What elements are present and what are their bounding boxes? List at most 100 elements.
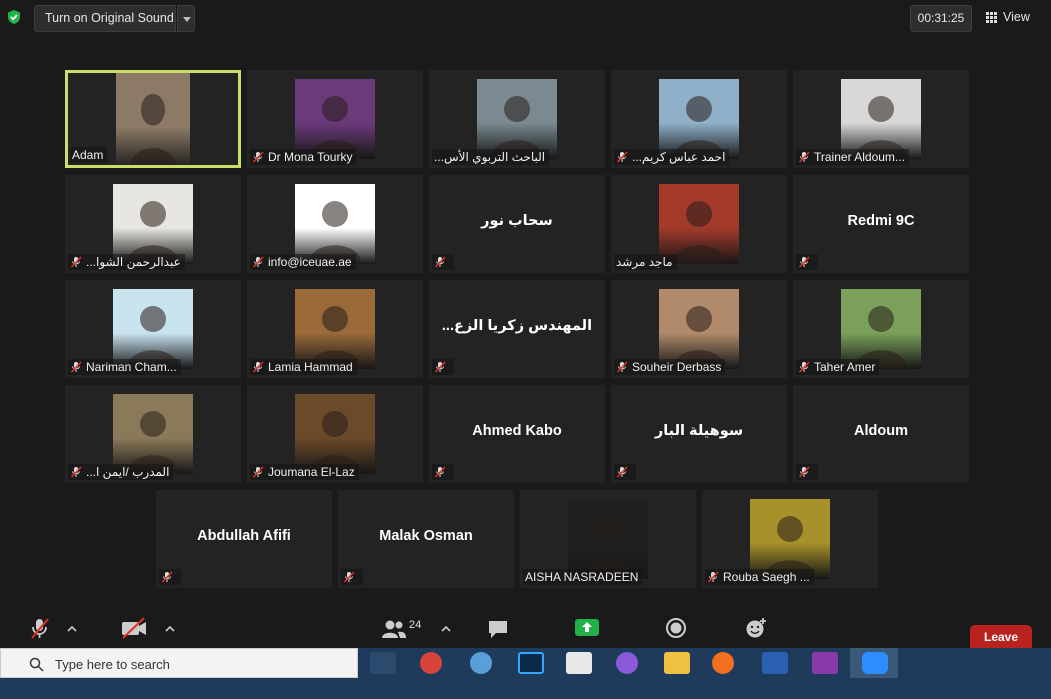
participant-display-name: سوهيلة البار (654, 423, 744, 439)
participant-tile[interactable]: ...المهندس زكريا الزع (429, 280, 605, 378)
participant-name: AISHA NASRADEEN (525, 570, 639, 584)
participant-display-name: ...المهندس زكريا الزع (441, 318, 593, 334)
app-icon-purple[interactable] (812, 652, 838, 674)
participants-options-chevron-icon[interactable] (441, 625, 451, 633)
leave-button[interactable]: Leave (970, 625, 1032, 649)
participant-name-label: ...الباحث التربوي الأس (432, 149, 550, 165)
participant-name: ...عبدالرحمن الشوا (86, 255, 181, 269)
participant-tile[interactable]: Malak Osman (338, 490, 514, 588)
participant-tile[interactable]: ...المدرب /ايمن ا (65, 385, 241, 483)
meeting-toolbar: 24 Leave (0, 608, 1051, 649)
mic-muted-icon (343, 571, 355, 583)
participant-tile[interactable]: Souheir Derbass (611, 280, 787, 378)
photoshop-icon[interactable] (518, 652, 544, 674)
mic-muted-icon (252, 361, 264, 373)
participant-photo (116, 73, 190, 165)
participant-name-label: ماجد مرشد (614, 254, 677, 270)
participant-photo (295, 79, 375, 159)
firefox-icon[interactable] (712, 652, 734, 674)
original-sound-button[interactable]: Turn on Original Sound (34, 5, 176, 32)
participant-display-name: Redmi 9C (847, 213, 915, 229)
chrome-icon[interactable] (420, 652, 442, 674)
person-silhouette-icon (491, 96, 543, 159)
participant-tile[interactable]: ...الباحث التربوي الأس (429, 70, 605, 168)
participant-name-label: Lamia Hammad (250, 359, 357, 375)
participant-tile[interactable]: Abdullah Afifi (156, 490, 332, 588)
mic-muted-icon (252, 256, 264, 268)
mic-muted-icon (252, 151, 264, 163)
person-silhouette-icon (855, 96, 907, 159)
participant-photo (659, 184, 739, 264)
person-silhouette-icon (127, 306, 179, 369)
participant-photo (113, 184, 193, 264)
participant-name-label: ...المدرب /ايمن ا (68, 464, 174, 480)
participant-tile[interactable]: Redmi 9C (793, 175, 969, 273)
zoom-icon[interactable] (862, 652, 888, 674)
mail-icon[interactable] (566, 652, 592, 674)
participant-name-label: Nariman Cham... (68, 359, 181, 375)
participant-name-label: Joumana El-Laz (250, 464, 359, 480)
participant-name-label: Trainer Aldoum... (796, 149, 909, 165)
view-label: View (1003, 10, 1030, 24)
view-button[interactable]: View (978, 5, 1038, 32)
participant-tile[interactable]: Dr Mona Tourky (247, 70, 423, 168)
person-silhouette-icon (582, 516, 634, 579)
person-silhouette-icon (764, 516, 816, 579)
record-icon[interactable] (665, 617, 687, 639)
mic-muted-icon (616, 151, 628, 163)
participant-tile[interactable]: Trainer Aldoum... (793, 70, 969, 168)
meeting-timer: 00:31:25 (910, 5, 972, 32)
mic-muted-icon[interactable] (28, 616, 52, 640)
participant-tile[interactable]: Joumana El-Laz (247, 385, 423, 483)
task-view-icon[interactable] (370, 652, 396, 674)
participant-tile[interactable]: Taher Amer (793, 280, 969, 378)
participant-display-name: Aldoum (854, 423, 908, 439)
participant-name-label: Dr Mona Tourky (250, 149, 357, 165)
file-explorer-icon[interactable] (664, 652, 690, 674)
share-screen-icon[interactable] (574, 618, 600, 638)
participants-icon[interactable] (381, 619, 407, 639)
app-icon[interactable] (616, 652, 638, 674)
taskbar-search-input[interactable]: Type here to search (0, 648, 358, 678)
mic-muted-icon (798, 151, 810, 163)
person-silhouette-icon (129, 93, 177, 165)
participant-photo (295, 289, 375, 369)
participant-photo (477, 79, 557, 159)
audio-options-chevron-icon[interactable] (67, 625, 77, 633)
shield-check-icon[interactable] (6, 9, 22, 25)
participant-tile[interactable]: Lamia Hammad (247, 280, 423, 378)
video-options-chevron-icon[interactable] (165, 625, 175, 633)
participant-tile[interactable]: ...احمد عباس كريم (611, 70, 787, 168)
participant-tile[interactable]: Adam (65, 70, 241, 168)
participant-tile[interactable]: سوهيلة البار (611, 385, 787, 483)
participant-name: Trainer Aldoum... (814, 150, 905, 164)
participant-name-label (796, 254, 818, 270)
participant-name-label (432, 464, 454, 480)
participant-tile[interactable]: ماجد مرشد (611, 175, 787, 273)
participant-tile[interactable]: Nariman Cham... (65, 280, 241, 378)
person-silhouette-icon (673, 96, 725, 159)
mic-muted-icon (798, 466, 810, 478)
participant-tile[interactable]: سحاب نور (429, 175, 605, 273)
participant-tile[interactable]: Ahmed Kabo (429, 385, 605, 483)
chat-icon[interactable] (487, 619, 509, 640)
participant-tile[interactable]: info@iceuae.ae (247, 175, 423, 273)
video-off-icon[interactable] (120, 617, 148, 639)
person-silhouette-icon (309, 411, 361, 474)
browser-icon[interactable] (470, 652, 492, 674)
meeting-top-bar: Turn on Original Sound 00:31:25 View (0, 0, 1051, 36)
participant-name: Taher Amer (814, 360, 876, 374)
participant-photo (659, 79, 739, 159)
participant-tile[interactable]: Rouba Saegh ... (702, 490, 878, 588)
participant-tile[interactable]: AISHA NASRADEEN (520, 490, 696, 588)
word-icon[interactable] (762, 652, 788, 674)
participant-name-label (796, 464, 818, 480)
participant-name: Dr Mona Tourky (268, 150, 353, 164)
reactions-icon[interactable] (745, 617, 769, 639)
original-sound-dropdown-icon[interactable] (177, 5, 195, 32)
participant-tile[interactable]: ...عبدالرحمن الشوا (65, 175, 241, 273)
participant-tile[interactable]: Aldoum (793, 385, 969, 483)
person-silhouette-icon (673, 201, 725, 264)
participant-name: Adam (72, 148, 104, 162)
mic-muted-icon (798, 361, 810, 373)
